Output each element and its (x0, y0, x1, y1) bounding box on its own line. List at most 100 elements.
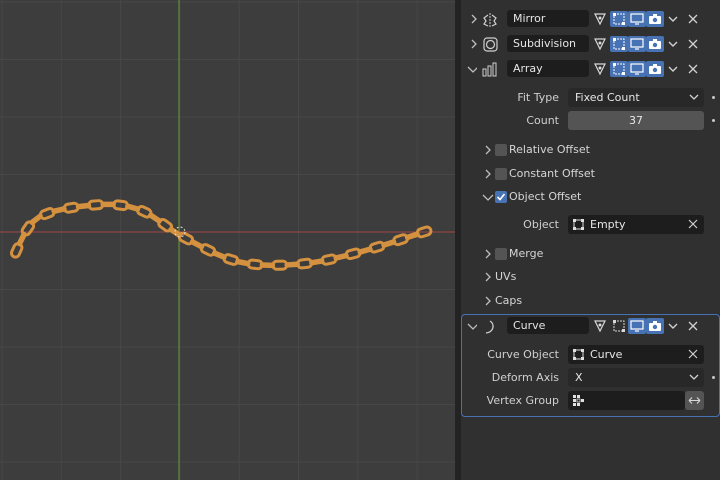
deform-axis-value: X (575, 371, 583, 384)
render-toggle[interactable] (646, 11, 664, 27)
on-cage-toggle[interactable] (610, 36, 628, 52)
realtime-toggle[interactable] (628, 36, 646, 52)
modifier-name-field[interactable]: Array (507, 60, 589, 77)
collapse-arrow-icon (485, 249, 491, 259)
fit-type-dropdown[interactable]: Fixed Count (568, 88, 704, 107)
merge-checkbox[interactable] (495, 248, 507, 260)
object-offset-label: Object Offset (509, 190, 582, 203)
render-toggle[interactable] (646, 36, 664, 52)
mirror-modifier-icon (483, 13, 497, 27)
keyframe-dot[interactable] (712, 376, 715, 379)
chevron-down-icon[interactable] (666, 318, 680, 334)
collapse-arrow-icon (485, 296, 491, 306)
collapse-arrow-icon[interactable] (469, 14, 479, 24)
expand-arrow-icon[interactable] (467, 64, 477, 74)
realtime-toggle[interactable] (628, 61, 646, 77)
modifier-header-array[interactable]: Array (461, 58, 720, 82)
constant-offset-label: Constant Offset (509, 167, 595, 180)
monitor-icon (630, 63, 644, 75)
collapse-arrow-icon[interactable] (469, 39, 479, 49)
viewport-grid (0, 0, 455, 480)
realtime-toggle[interactable] (628, 318, 646, 334)
chevron-down-icon (689, 94, 699, 100)
edit-mode-toggle[interactable] (591, 36, 609, 52)
relative-offset-panel[interactable]: Relative Offset (481, 141, 711, 161)
edit-mode-toggle[interactable] (591, 318, 609, 334)
edit-mode-toggle[interactable] (591, 61, 609, 77)
relative-offset-checkbox[interactable] (495, 144, 507, 156)
on-cage-icon (613, 320, 625, 332)
close-icon[interactable] (686, 36, 700, 52)
expand-arrow-icon[interactable] (467, 321, 477, 331)
chevron-down-icon[interactable] (666, 36, 680, 52)
close-icon[interactable] (686, 61, 700, 77)
curve-object-field[interactable]: Curve (568, 345, 704, 364)
keyframe-dot[interactable] (712, 96, 715, 99)
caps-label: Caps (495, 294, 523, 307)
collapse-arrow-icon (485, 272, 491, 282)
merge-panel[interactable]: Merge (481, 245, 711, 265)
object-value: Empty (590, 218, 626, 231)
modifier-header-curve[interactable]: Curve (461, 315, 720, 339)
curve-object-label: Curve Object (487, 348, 559, 361)
on-cage-icon (613, 13, 625, 25)
monitor-icon (630, 320, 644, 332)
clear-icon[interactable] (688, 219, 698, 229)
render-toggle[interactable] (646, 61, 664, 77)
constant-offset-panel[interactable]: Constant Offset (481, 165, 711, 185)
modifier-name-field[interactable]: Mirror (507, 10, 589, 27)
vertex-group-label: Vertex Group (486, 394, 559, 407)
uvs-panel[interactable]: UVs (481, 268, 711, 288)
subdivision-modifier-icon (483, 37, 498, 52)
realtime-toggle[interactable] (628, 11, 646, 27)
camera-icon (649, 64, 661, 74)
clear-icon[interactable] (688, 349, 698, 359)
on-cage-icon (613, 38, 625, 50)
modifier-header-mirror[interactable]: Mirror (461, 8, 720, 32)
vertex-group-field[interactable] (568, 391, 685, 410)
count-field[interactable]: 37 (568, 111, 704, 130)
deform-axis-dropdown[interactable]: X (568, 368, 704, 387)
edit-mode-icon (594, 13, 606, 26)
close-icon[interactable] (686, 318, 700, 334)
object-label: Object (523, 218, 559, 231)
checkmark-icon (496, 193, 506, 201)
invert-vertex-group-button[interactable] (685, 391, 704, 410)
on-cage-toggle[interactable] (610, 61, 628, 77)
modifier-name-field[interactable]: Curve (507, 317, 589, 334)
modifier-properties-panel: Mirror Subdivision Array Fit Type Fixed … (461, 0, 720, 480)
viewport-canvas[interactable] (0, 0, 455, 480)
expand-arrow-icon (482, 194, 494, 201)
modifier-name-field[interactable]: Subdivision (507, 35, 589, 52)
collapse-arrow-icon (485, 169, 491, 179)
monitor-icon (630, 13, 644, 25)
array-modifier-icon (482, 62, 497, 77)
camera-icon (649, 14, 661, 24)
on-cage-toggle[interactable] (610, 318, 628, 334)
chevron-down-icon (689, 374, 699, 380)
camera-icon (649, 321, 661, 331)
caps-panel[interactable]: Caps (481, 292, 711, 312)
curve-object-value: Curve (590, 348, 623, 361)
render-toggle[interactable] (646, 318, 664, 334)
object-offset-checkbox[interactable] (495, 191, 507, 203)
edit-mode-icon (594, 63, 606, 76)
3d-viewport[interactable] (0, 0, 455, 480)
fit-type-value: Fixed Count (575, 91, 640, 104)
fit-type-label: Fit Type (517, 91, 559, 104)
chain-mesh[interactable] (9, 199, 433, 271)
on-cage-toggle[interactable] (610, 11, 628, 27)
chevron-down-icon[interactable] (666, 11, 680, 27)
object-icon (573, 349, 584, 360)
edit-mode-toggle[interactable] (591, 11, 609, 27)
count-label: Count (526, 114, 559, 127)
object-field[interactable]: Empty (568, 215, 704, 234)
object-offset-panel[interactable]: Object Offset (481, 188, 711, 208)
constant-offset-checkbox[interactable] (495, 168, 507, 180)
close-icon[interactable] (686, 11, 700, 27)
modifier-header-subdivision[interactable]: Subdivision (461, 33, 720, 57)
vertex-group-icon (573, 395, 584, 406)
double-arrow-icon (688, 397, 701, 404)
keyframe-dot[interactable] (712, 119, 715, 122)
chevron-down-icon[interactable] (666, 61, 680, 77)
